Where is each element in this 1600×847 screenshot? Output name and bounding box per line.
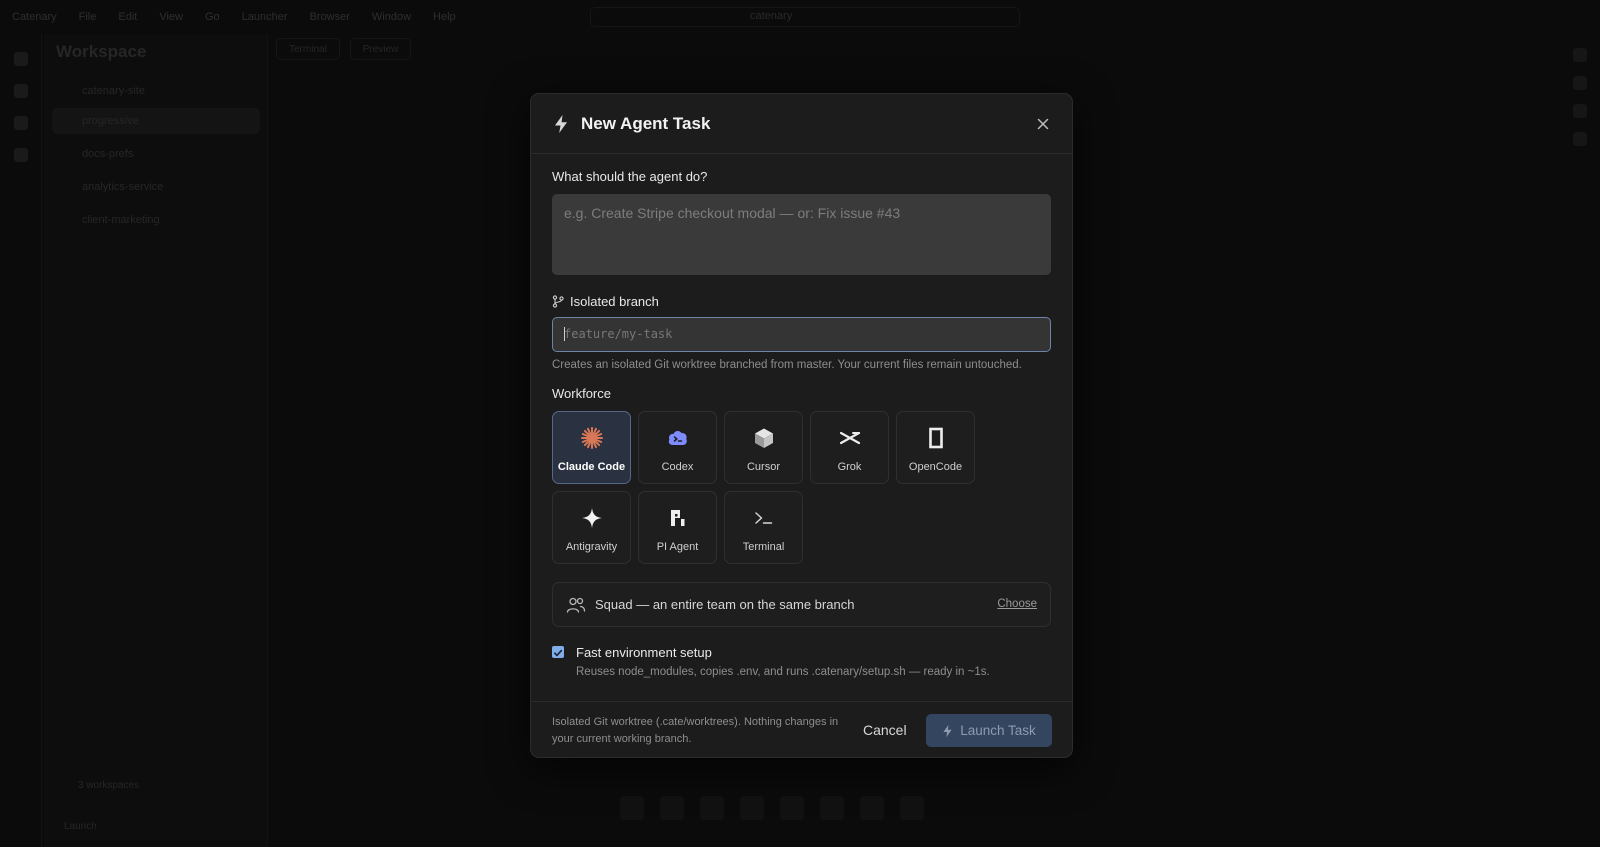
branch-label-row: Isolated branch [552, 294, 659, 309]
codex-cloud-icon [668, 431, 687, 446]
agent-tile-grok[interactable]: Grok [810, 411, 889, 484]
branch-hint: Creates an isolated Git worktree branche… [552, 359, 1022, 371]
command-search [590, 7, 1020, 27]
squad-option[interactable]: Squad — an entire team on the same branc… [552, 582, 1051, 627]
menu-item: Browser [309, 11, 350, 23]
cancel-button[interactable]: Cancel [863, 722, 907, 738]
users-icon [566, 597, 586, 613]
right-rail [1560, 34, 1600, 847]
panel-icon [1573, 76, 1587, 90]
pi-icon [671, 510, 685, 526]
menu-item: File [78, 11, 97, 23]
launch-task-label: Launch Task [960, 723, 1036, 738]
checkmark-icon [553, 649, 563, 657]
grok-x-icon [839, 431, 861, 445]
git-icon [13, 116, 28, 130]
agent-tile-claude-code[interactable]: Claude Code [552, 411, 631, 484]
fast-setup-description: Reuses node_modules, copies .env, and ru… [576, 666, 990, 678]
lightning-icon [555, 115, 567, 133]
menu-item: Launcher [241, 11, 288, 23]
menu-item: Go [205, 11, 220, 23]
prompt-label: What should the agent do? [552, 169, 708, 184]
workspace-sidebar: Workspace catenary-site progressive docs… [44, 34, 268, 847]
git-branch-icon [552, 295, 564, 308]
squad-choose-link[interactable]: Choose [997, 598, 1037, 610]
new-agent-task-dialog: New Agent Task What should the agent do?… [530, 93, 1073, 758]
worktree-note: Isolated Git worktree (.cate/worktrees).… [552, 716, 839, 745]
toolbar-icon [780, 796, 804, 820]
window-title: catenary [750, 10, 793, 22]
opencode-icon [929, 427, 943, 449]
branch-label: Isolated branch [570, 294, 659, 309]
activity-rail [0, 34, 42, 847]
agent-tile-antigravity[interactable]: Antigravity [552, 491, 631, 564]
toolbar-icon [860, 796, 884, 820]
panel-icon [1573, 48, 1587, 62]
editor-tabs: Terminal Preview [276, 38, 412, 60]
agent-tile-terminal[interactable]: Terminal [724, 491, 803, 564]
agent-label: OpenCode [908, 461, 963, 473]
sidebar-footer: 3 workspaces [78, 780, 140, 791]
squad-label: Squad — an entire team on the same branc… [595, 597, 855, 612]
branch-name-input[interactable]: feature/my-task [552, 317, 1051, 352]
fast-setup-title: Fast environment setup [576, 645, 712, 660]
workspace-row: analytics-service [82, 181, 164, 193]
menu-item: Help [433, 11, 456, 23]
sparkle-icon [582, 508, 602, 528]
agent-tile-cursor[interactable]: Cursor [724, 411, 803, 484]
menu-bar: Catenary File Edit View Go Launcher Brow… [0, 0, 1600, 34]
toolbar-icon [700, 796, 724, 820]
tab-preview: Preview [349, 38, 412, 60]
fast-setup-checkbox[interactable] [552, 646, 564, 658]
bottom-toolbar [620, 796, 924, 820]
toolbar-icon [820, 796, 844, 820]
agent-label: Cursor [746, 461, 780, 473]
toolbar-icon [740, 796, 764, 820]
agent-label: Claude Code [557, 461, 626, 473]
agent-label: Codex [661, 461, 694, 473]
sidebar-footer-launch: Launch [64, 821, 97, 832]
workspace-row: client-marketing [82, 214, 160, 226]
agent-label: Terminal [742, 541, 785, 553]
toolbar-icon [620, 796, 644, 820]
workspace-title: Workspace [56, 42, 147, 61]
menu-item: Window [371, 11, 412, 23]
agent-tile-codex[interactable]: Codex [638, 411, 717, 484]
task-prompt-input[interactable]: e.g. Create Stripe checkout modal — or: … [552, 194, 1051, 275]
panel-icon [1573, 132, 1587, 146]
agent-tile-opencode[interactable]: OpenCode [896, 411, 975, 484]
tab-terminal: Terminal [276, 38, 340, 60]
close-icon[interactable] [1034, 115, 1052, 133]
task-prompt-placeholder: e.g. Create Stripe checkout modal — or: … [564, 205, 901, 221]
launch-task-button[interactable]: Launch Task [926, 714, 1052, 747]
workforce-label: Workforce [552, 386, 611, 401]
menu-item: Edit [118, 11, 138, 23]
agent-tile-pi-agent[interactable]: PI Agent [638, 491, 717, 564]
claude-burst-icon [581, 427, 603, 449]
cursor-cube-icon [755, 428, 773, 448]
panel-icon [1573, 104, 1587, 118]
terminal-prompt-icon [755, 512, 773, 524]
menu-item: View [159, 11, 183, 23]
dialog-title: New Agent Task [581, 114, 711, 133]
extensions-icon [13, 148, 28, 162]
workspace-row: progressive [52, 108, 260, 134]
toolbar-icon [660, 796, 684, 820]
search-icon [13, 84, 28, 98]
dialog-footer: Isolated Git worktree (.cate/worktrees).… [531, 701, 1072, 759]
files-icon [13, 52, 28, 66]
workspace-row: docs-prefs [82, 148, 134, 160]
toolbar-icon [900, 796, 924, 820]
dialog-header: New Agent Task [531, 94, 1072, 154]
agent-label: Antigravity [565, 541, 618, 553]
lightning-icon [943, 724, 952, 737]
menu-item: Catenary [12, 11, 57, 23]
agent-label: Grok [837, 461, 862, 473]
workspace-row: catenary-site [82, 85, 145, 97]
branch-placeholder: feature/my-task [564, 327, 673, 341]
agent-label: PI Agent [656, 541, 699, 553]
